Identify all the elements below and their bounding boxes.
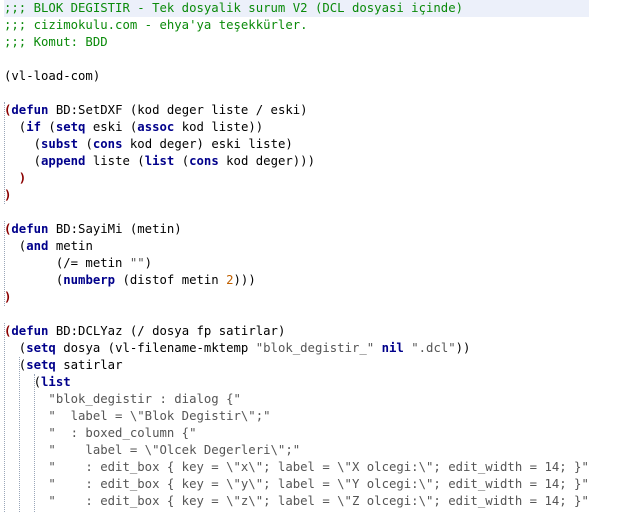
code-line[interactable] (4, 85, 589, 102)
keyword-token: assoc (137, 120, 175, 134)
paren-token: ) (4, 290, 12, 304)
code-line[interactable]: (/= metin "") (4, 255, 589, 272)
code-token: ( (78, 137, 93, 151)
code-line[interactable]: ) (4, 289, 589, 306)
code-line[interactable]: " label = \"Blok Degistir\";" (4, 408, 589, 425)
code-line[interactable]: (list (4, 374, 589, 391)
keyword-token: list (144, 154, 175, 168)
code-token: )) (455, 341, 471, 355)
code-line[interactable]: (append liste (list (cons kod deger))) (4, 153, 589, 170)
code-line[interactable]: " : edit_box { key = \"z\"; label = \"Z … (4, 493, 589, 510)
string-token: "" (129, 256, 145, 270)
code-token: liste ( (85, 154, 145, 168)
code-token: ( (4, 375, 42, 389)
keyword-token: defun (11, 324, 49, 338)
code-line[interactable]: " : edit_box { key = \"x\"; label = \"X … (4, 459, 589, 476)
code-token: kod deger) eski liste) (122, 137, 293, 151)
code-line[interactable] (4, 51, 589, 68)
code-token: BD:DCLYaz (/ dosya fp satirlar) (48, 324, 286, 338)
keyword-token: nil (381, 341, 404, 355)
code-token: ( (4, 154, 42, 168)
code-line[interactable]: "blok_degistir : dialog {" (4, 391, 589, 408)
code-line[interactable]: ) (4, 170, 589, 187)
code-token: ( (4, 358, 27, 372)
code-token: BD:SetDXF (kod deger liste / eski) (48, 103, 308, 117)
code-line[interactable]: " : boxed_column {" (4, 425, 589, 442)
code-token: metin (48, 239, 93, 253)
code-editor[interactable]: ;;; BLOK DEGISTIR - Tek dosyalik surum V… (0, 0, 641, 512)
code-line[interactable]: ;;; Komut: BDD (4, 34, 589, 51)
paren-token: ) (4, 171, 27, 185)
comment-token: ;;; BLOK DEGISTIR - Tek dosyalik surum V… (4, 1, 464, 15)
string-token: " : edit_box { key = \"z\"; label = \"Z … (4, 494, 589, 508)
code-line[interactable]: " : edit_box { key = \"y\"; label = \"Y … (4, 476, 589, 493)
code-token: ( (4, 341, 27, 355)
keyword-token: append (41, 154, 86, 168)
keyword-token: defun (11, 103, 49, 117)
string-token: " : edit_box { key = \"y\"; label = \"Y … (4, 477, 589, 491)
code-token: kod liste)) (174, 120, 264, 134)
code-token: (/= metin (4, 256, 130, 270)
code-token: eski ( (85, 120, 138, 134)
keyword-token: setq (26, 341, 56, 355)
keyword-token: defun (11, 222, 49, 236)
string-token: ".dcl" (411, 341, 456, 355)
comment-token: ;;; cizimokulu.com - ehya'ya teşekkürler… (4, 18, 308, 32)
code-line[interactable]: (setq dosya (vl-filename-mktemp "blok_de… (4, 340, 589, 357)
keyword-token: setq (55, 120, 86, 134)
comment-token: ;;; Komut: BDD (4, 35, 108, 49)
code-token: ( (4, 273, 64, 287)
keyword-token: list (41, 375, 71, 389)
keyword-token: subst (41, 137, 79, 151)
code-line[interactable]: (defun BD:SetDXF (kod deger liste / eski… (4, 102, 589, 119)
code-line[interactable]: ;;; cizimokulu.com - ehya'ya teşekkürler… (4, 17, 589, 34)
code-line[interactable]: (setq satirlar (4, 357, 589, 374)
number-token: 2 (226, 273, 234, 287)
code-token: (vl-load-com) (4, 69, 101, 83)
code-token: ( (4, 120, 27, 134)
string-token: " : boxed_column {" (4, 426, 197, 440)
paren-token: ) (4, 188, 12, 202)
code-line[interactable] (4, 204, 589, 221)
code-line[interactable] (4, 306, 589, 323)
code-line[interactable]: (defun BD:SayiMi (metin) (4, 221, 589, 238)
code-line[interactable]: ) (4, 187, 589, 204)
keyword-token: setq (26, 358, 56, 372)
code-lines[interactable]: ;;; BLOK DEGISTIR - Tek dosyalik surum V… (0, 0, 589, 510)
keyword-token: cons (92, 137, 123, 151)
string-token: " label = \"Olcek Degerleri\";" (4, 443, 301, 457)
code-token: kod deger))) (218, 154, 315, 168)
keyword-token: cons (189, 154, 219, 168)
code-line[interactable]: (numberp (distof metin 2))) (4, 272, 589, 289)
string-token: " label = \"Blok Degistir\";" (4, 409, 271, 423)
code-line[interactable]: (subst (cons kod deger) eski liste) (4, 136, 589, 153)
code-token: (distof metin (115, 273, 227, 287)
code-line[interactable]: (defun BD:DCLYaz (/ dosya fp satirlar) (4, 323, 589, 340)
code-line[interactable]: ;;; BLOK DEGISTIR - Tek dosyalik surum V… (4, 0, 589, 17)
keyword-token: numberp (63, 273, 116, 287)
code-token: ))) (233, 273, 256, 287)
code-line[interactable]: " label = \"Olcek Degerleri\";" (4, 442, 589, 459)
code-token: ( (4, 137, 42, 151)
code-token: dosya (vl-filename-mktemp (55, 341, 256, 355)
string-token: " : edit_box { key = \"x\"; label = \"X … (4, 460, 589, 474)
code-token: ( (41, 120, 56, 134)
string-token: "blok_degistir_" (255, 341, 375, 355)
code-token: ( (4, 239, 27, 253)
keyword-token: and (26, 239, 49, 253)
code-token: BD:SayiMi (metin) (48, 222, 182, 236)
code-line[interactable]: (if (setq eski (assoc kod liste)) (4, 119, 589, 136)
code-token: ( (174, 154, 190, 168)
code-line[interactable]: (and metin (4, 238, 589, 255)
code-token: satirlar (55, 358, 123, 372)
code-token: ) (144, 256, 153, 270)
keyword-token: if (26, 120, 42, 134)
code-line[interactable]: (vl-load-com) (4, 68, 589, 85)
string-token: "blok_degistir : dialog {" (4, 392, 241, 406)
